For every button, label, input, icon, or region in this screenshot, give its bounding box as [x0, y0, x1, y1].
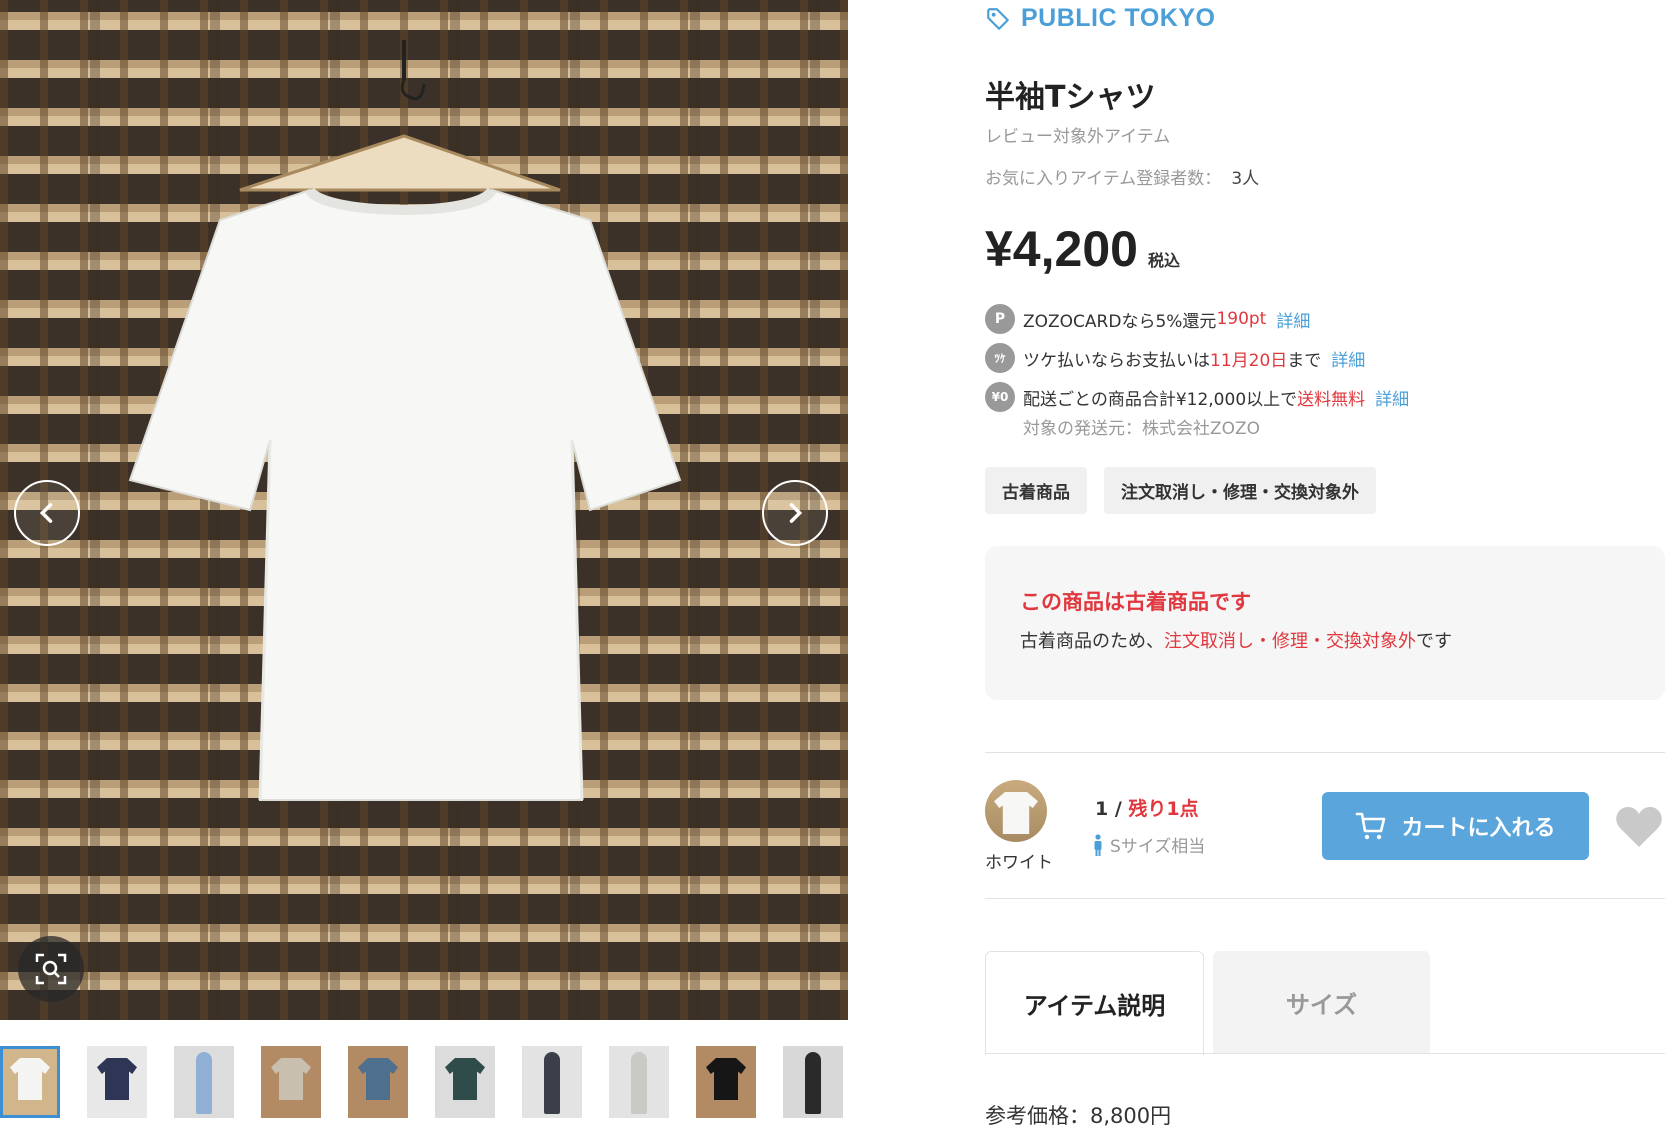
- model-image: [544, 1052, 560, 1114]
- product-info: PUBLIC TOKYO 半袖Tシャツ レビュー対象外アイテム お気に入りアイテ…: [985, 0, 1665, 1128]
- tag-icon: [987, 7, 1009, 30]
- size-info: Sサイズ相当: [1092, 832, 1205, 857]
- tsuke-icon: ﾂｹ: [985, 343, 1015, 373]
- perk-text: ツケ払いならお支払いは: [1023, 350, 1210, 371]
- free-shipping-icon: ¥0: [985, 382, 1015, 412]
- thumbnail-1[interactable]: [0, 1046, 60, 1118]
- shirt-image: [97, 1058, 137, 1100]
- review-note: レビュー対象外アイテム: [985, 127, 1171, 147]
- thumbnail-5[interactable]: [348, 1046, 408, 1118]
- heart-icon[interactable]: [1615, 805, 1663, 849]
- shipping-origin: 対象の発送元：株式会社ZOZO: [1023, 419, 1261, 439]
- thumbnail-10[interactable]: [783, 1046, 843, 1118]
- perk-detail-link[interactable]: 詳細: [1276, 307, 1310, 332]
- tab-size[interactable]: サイズ: [1213, 951, 1430, 1054]
- reference-price: 参考価格：8,800円: [985, 1104, 1172, 1128]
- perk-free-shipping: ¥0 配送ごとの商品合計¥12,000以上で 送料無料 詳細: [985, 382, 1409, 412]
- perk-detail-link[interactable]: 詳細: [1331, 346, 1365, 371]
- thumbnail-3[interactable]: [174, 1046, 234, 1118]
- thumbnail-6[interactable]: [435, 1046, 495, 1118]
- tab-item-description[interactable]: アイテム説明: [985, 951, 1204, 1055]
- person-icon: [1094, 833, 1102, 856]
- model-image: [805, 1052, 821, 1114]
- perk-text: ZOZOCARDなら5%還元: [1023, 311, 1217, 332]
- cart-icon: [1356, 812, 1386, 840]
- tag-no-return: 注文取消し・修理・交換対象外: [1104, 467, 1376, 514]
- shirt-image: [10, 1058, 50, 1100]
- thumbnail-strip: [0, 1046, 860, 1124]
- points-icon: P: [985, 304, 1015, 334]
- main-product-image: [0, 0, 848, 1020]
- perk-text: 配送ごとの商品合計¥12,000以上で: [1023, 389, 1298, 410]
- brand-name[interactable]: PUBLIC TOKYO: [1021, 4, 1215, 33]
- prev-image-button[interactable]: [14, 480, 80, 546]
- tax-label: 税込: [1147, 251, 1180, 270]
- variant-thumbnail[interactable]: [985, 780, 1047, 842]
- next-image-button[interactable]: [762, 480, 828, 546]
- thumbnail-4[interactable]: [261, 1046, 321, 1118]
- shirt-image: [271, 1058, 311, 1100]
- used-notice-pre: 古着商品のため、: [1020, 631, 1164, 652]
- tab-divider: [985, 1053, 1665, 1054]
- used-item-notice: この商品は古着商品です 古着商品のため、注文取消し・修理・交換対象外です: [985, 546, 1665, 700]
- favorite-count-value: 3人: [1231, 169, 1260, 189]
- stock-info: 1 / 残り1点: [1095, 794, 1199, 821]
- perk-tsuke: ﾂｹ ツケ払いならお支払いは 11月20日 まで 詳細: [985, 343, 1365, 373]
- perk-zozocard: P ZOZOCARDなら5%還元 190pt 詳細: [985, 304, 1310, 334]
- zoom-button[interactable]: [18, 936, 84, 1002]
- shirt-image: [706, 1058, 746, 1100]
- used-notice-text: 古着商品のため、注文取消し・修理・交換対象外です: [1020, 627, 1452, 653]
- add-to-cart-label: カートに入れる: [1401, 816, 1556, 841]
- favorite-count: お気に入りアイテム登録者数： 3人: [985, 164, 1259, 189]
- shirt-image: [358, 1058, 398, 1100]
- perk-detail-link[interactable]: 詳細: [1375, 385, 1409, 410]
- price-amount: ¥4,200: [985, 221, 1138, 277]
- tag-list: 古着商品 注文取消し・修理・交換対象外: [985, 467, 1376, 514]
- size-label: Sサイズ相当: [1110, 837, 1206, 857]
- zoom-search-icon: [35, 953, 67, 985]
- model-image: [631, 1052, 647, 1114]
- chevron-right-icon: [789, 503, 803, 523]
- used-notice-highlight: 注文取消し・修理・交換対象外: [1164, 631, 1416, 652]
- shirt-image: [445, 1058, 485, 1100]
- used-notice-post: です: [1416, 631, 1452, 652]
- thumbnail-7[interactable]: [522, 1046, 582, 1118]
- price: ¥4,200 税込: [985, 220, 1180, 278]
- variant-color: ホワイト: [985, 853, 1053, 873]
- model-image: [196, 1052, 212, 1114]
- brand-link[interactable]: PUBLIC TOKYO: [985, 4, 1215, 33]
- perk-highlight: 11月20日: [1210, 350, 1288, 371]
- tag-used: 古着商品: [985, 467, 1087, 514]
- used-notice-title: この商品は古着商品です: [1020, 590, 1251, 614]
- stock-count: 1 /: [1095, 798, 1122, 820]
- perk-highlight: 送料無料: [1297, 389, 1366, 410]
- thumbnail-9[interactable]: [696, 1046, 756, 1118]
- divider: [985, 898, 1665, 899]
- thumbnail-8[interactable]: [609, 1046, 669, 1118]
- perk-post: まで: [1287, 350, 1322, 371]
- tshirt-image: [128, 40, 682, 801]
- product-title: 半袖Tシャツ: [985, 80, 1156, 115]
- stock-remaining: 残り1点: [1128, 798, 1199, 820]
- add-to-cart-button[interactable]: カートに入れる: [1322, 792, 1589, 860]
- favorite-count-label: お気に入りアイテム登録者数：: [985, 169, 1222, 189]
- perk-highlight: 190pt: [1216, 309, 1267, 329]
- divider: [985, 752, 1665, 753]
- thumbnail-2[interactable]: [87, 1046, 147, 1118]
- chevron-left-icon: [39, 503, 53, 523]
